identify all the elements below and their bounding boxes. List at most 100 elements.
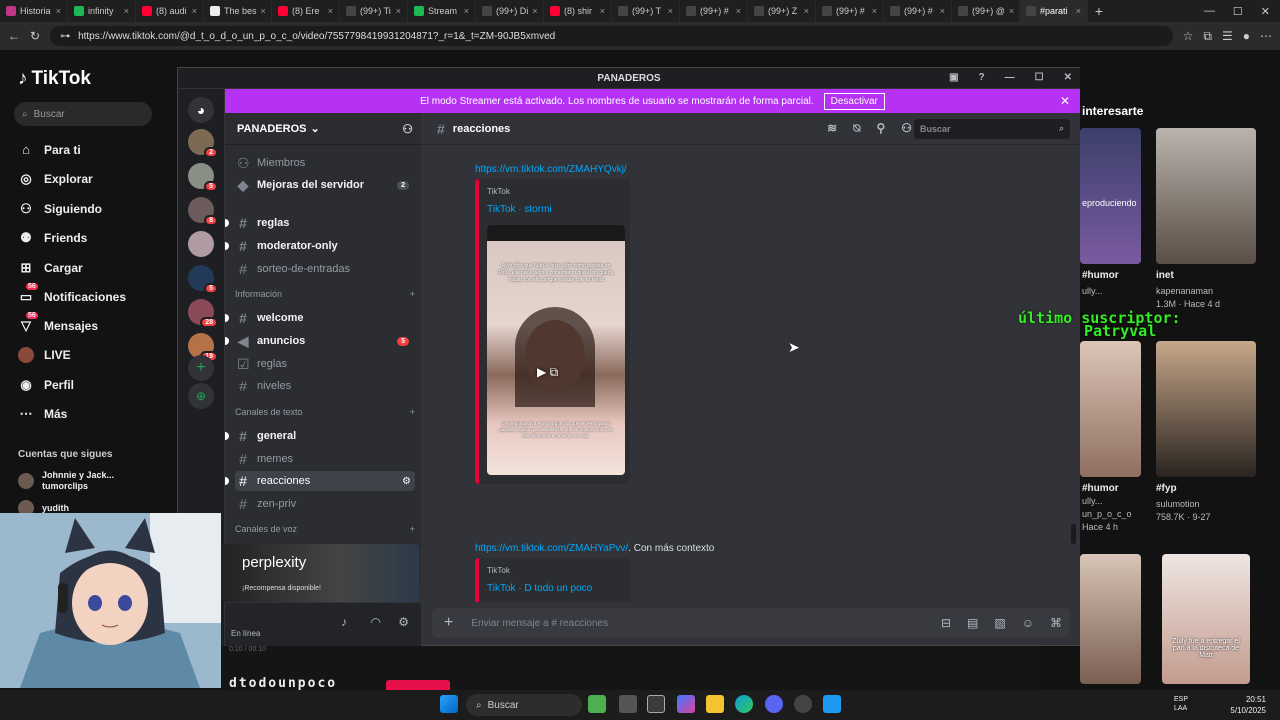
sticker-icon[interactable]: ▧: [994, 616, 1005, 630]
language-indicator[interactable]: ESP LAA: [1174, 695, 1188, 713]
channel-niveles[interactable]: # niveles: [235, 376, 415, 396]
close-icon[interactable]: ×: [464, 6, 469, 16]
app-icon[interactable]: [823, 695, 841, 713]
browser-tab[interactable]: (8) shir ×: [544, 0, 612, 22]
extensions-icon[interactable]: ⧉: [1203, 29, 1212, 44]
members-icon[interactable]: ⚇: [901, 121, 912, 136]
new-tab-button[interactable]: +: [1088, 3, 1110, 19]
perplexity-ad[interactable]: perplexity ¡Recompensa disponible!: [221, 544, 419, 602]
server-icon[interactable]: 5: [188, 265, 218, 294]
nav-friends[interactable]: ⚉ Friends: [18, 230, 87, 246]
server-header[interactable]: PANADEROS ⌄ ⚇: [225, 113, 421, 145]
profile-icon[interactable]: ●: [1243, 29, 1250, 43]
maximize-icon[interactable]: ☐: [1233, 5, 1243, 18]
gift-icon[interactable]: ⊟: [941, 616, 951, 630]
close-icon[interactable]: ×: [56, 6, 61, 16]
browser-tab[interactable]: Stream ×: [408, 0, 476, 22]
video-title[interactable]: #humor: [1082, 483, 1119, 494]
nav-explorar[interactable]: ◎ Explorar: [18, 171, 92, 187]
url-field[interactable]: ⊶ https://www.tiktok.com/@d_t_o_d_o_un_p…: [50, 26, 1173, 46]
browser-tab-active[interactable]: #parati ×: [1020, 0, 1088, 22]
add-channel-icon[interactable]: +: [410, 407, 415, 417]
embed-title[interactable]: TikTok · stormi: [487, 204, 630, 215]
video-thumbnail[interactable]: eproduciendo: [1080, 128, 1141, 264]
minimize-icon[interactable]: —: [1204, 5, 1215, 18]
tiktok-search-input[interactable]: ⌕ Buscar: [14, 102, 152, 126]
category-voz[interactable]: Canales de voz +: [235, 524, 415, 534]
add-attachment-icon[interactable]: +: [444, 614, 453, 632]
emoji-icon[interactable]: ☺: [1022, 616, 1034, 630]
browser-tab[interactable]: (99+) Z ×: [748, 0, 816, 22]
taskbar-search[interactable]: ⌕ Buscar: [466, 694, 582, 716]
browser-tab[interactable]: (8) audi ×: [136, 0, 204, 22]
video-thumbnail[interactable]: [1080, 554, 1141, 684]
close-icon[interactable]: ×: [1076, 6, 1081, 16]
settings-icon[interactable]: ⚙: [402, 476, 411, 487]
widget-icon[interactable]: [588, 695, 606, 713]
windows-start-icon[interactable]: [440, 695, 458, 713]
video-title[interactable]: #fyp: [1156, 483, 1177, 494]
pin-icon[interactable]: ⚲: [876, 121, 885, 136]
tiktok-logo[interactable]: ♪ TikTok: [18, 68, 91, 90]
server-icon[interactable]: 5: [188, 163, 218, 192]
browser-tab[interactable]: (99+) # ×: [884, 0, 952, 22]
close-icon[interactable]: ×: [940, 6, 945, 16]
close-icon[interactable]: ✕: [1060, 94, 1070, 108]
close-icon[interactable]: ×: [600, 6, 605, 16]
mic-icon[interactable]: ♪: [341, 615, 347, 629]
browser-tab[interactable]: infinity ×: [68, 0, 136, 22]
favorites-icon[interactable]: ☰: [1222, 29, 1233, 43]
nav-live[interactable]: LIVE: [18, 347, 71, 363]
close-icon[interactable]: ×: [328, 6, 333, 16]
close-icon[interactable]: ✕: [1261, 5, 1270, 18]
channel-reglas[interactable]: # reglas: [225, 213, 415, 233]
video-thumbnail[interactable]: [1080, 341, 1141, 477]
video-title[interactable]: #humor: [1082, 270, 1119, 281]
channel-general[interactable]: # general: [225, 426, 415, 446]
channel-memes[interactable]: # memes: [235, 449, 415, 469]
add-channel-icon[interactable]: +: [410, 289, 415, 299]
scrollbar-thumb[interactable]: [1071, 524, 1076, 544]
video-thumbnail[interactable]: [1156, 341, 1256, 477]
message-composer[interactable]: + Enviar mensaje a # reacciones ⊟ ▤ ▧ ☺ …: [432, 608, 1070, 638]
close-icon[interactable]: ✕: [1064, 72, 1072, 83]
browser-tab[interactable]: Historia ×: [0, 0, 68, 22]
close-icon[interactable]: ×: [804, 6, 809, 16]
nav-mas[interactable]: ⋯ Más: [18, 406, 68, 422]
nav-cargar[interactable]: ⊞ Cargar: [18, 260, 83, 276]
message-link[interactable]: https://vm.tiktok.com/ZMAHYQvkj/: [475, 164, 627, 175]
discover-icon[interactable]: ⊕: [188, 383, 214, 409]
server-icon-active[interactable]: [188, 231, 214, 257]
apps-icon[interactable]: ⌘: [1050, 616, 1062, 630]
channel-reglas-2[interactable]: ☑ reglas: [235, 354, 415, 374]
add-channel-icon[interactable]: +: [410, 524, 415, 534]
store-icon[interactable]: [647, 695, 665, 713]
close-icon[interactable]: ×: [124, 6, 129, 16]
star-icon[interactable]: ☆: [1183, 29, 1194, 43]
close-icon[interactable]: ×: [872, 6, 877, 16]
discord-home-icon[interactable]: ◕: [188, 97, 214, 123]
reload-icon[interactable]: ↻: [30, 29, 40, 43]
minimize-icon[interactable]: —: [1005, 72, 1015, 83]
deactivate-button[interactable]: Desactivar: [823, 92, 885, 110]
close-icon[interactable]: ×: [192, 6, 197, 16]
steam-icon[interactable]: [794, 695, 812, 713]
headphones-icon[interactable]: ◠: [371, 615, 381, 629]
task-view-icon[interactable]: [619, 695, 637, 713]
gif-icon[interactable]: ▤: [967, 616, 978, 630]
discord-icon[interactable]: [765, 695, 783, 713]
channel-reacciones[interactable]: # reacciones ⚙: [225, 471, 415, 491]
close-icon[interactable]: ×: [261, 6, 266, 16]
maximize-icon[interactable]: ☐: [1035, 72, 1044, 83]
more-icon[interactable]: ⋯: [1260, 29, 1272, 43]
site-info-icon[interactable]: ⊶: [60, 31, 70, 42]
channel-mejoras[interactable]: ◆ Mejoras del servidor 2: [235, 175, 415, 195]
close-icon[interactable]: ×: [532, 6, 537, 16]
nav-notificaciones[interactable]: ▭ 56 Notificaciones: [18, 283, 126, 305]
browser-tab[interactable]: (99+) T ×: [612, 0, 680, 22]
nav-siguiendo[interactable]: ⚇ Siguiendo: [18, 201, 102, 217]
channel-moderator[interactable]: # moderator-only: [225, 236, 415, 256]
threads-icon[interactable]: ≋: [827, 121, 837, 136]
server-icon[interactable]: 28: [188, 299, 218, 328]
browser-tab[interactable]: The bes ×: [204, 0, 272, 22]
